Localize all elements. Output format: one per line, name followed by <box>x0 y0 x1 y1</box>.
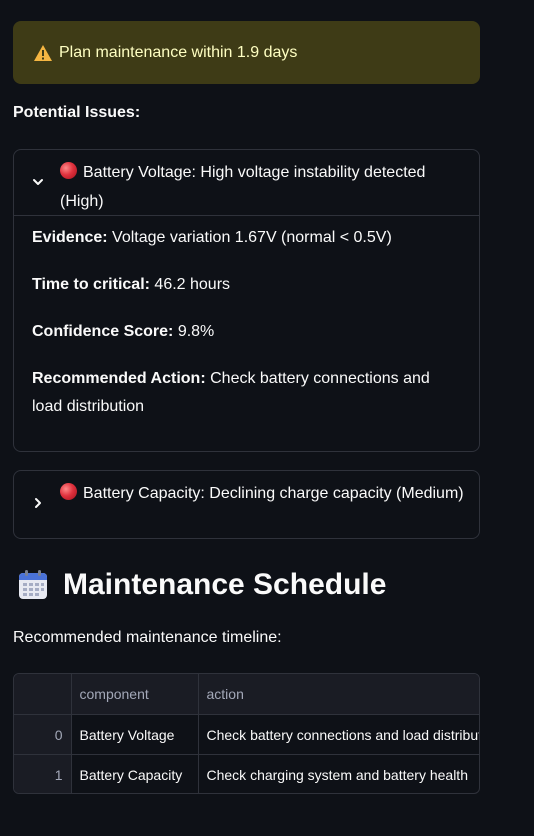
issues-label: Potential Issues: <box>13 104 141 121</box>
red-circle-icon <box>60 483 77 500</box>
component-cell[interactable]: Battery Capacity <box>71 754 199 793</box>
schedule-heading: Maintenance Schedule <box>17 568 386 602</box>
warning-icon <box>34 44 52 61</box>
schedule-title: Maintenance Schedule <box>63 568 387 601</box>
schedule-table[interactable]: component action 0 Battery Voltage Check… <box>13 673 480 794</box>
table-row: 1 Battery Capacity Check charging system… <box>14 754 479 793</box>
chevron-down-icon <box>33 179 43 185</box>
issue-expander-battery-voltage: Battery Voltage: High voltage instabilit… <box>13 149 480 452</box>
table-row: 0 Battery Voltage Check battery connecti… <box>14 714 479 755</box>
time-to-critical-line: Time to critical: 46.2 hours <box>32 271 461 299</box>
maintenance-alert: Plan maintenance within 1.9 days <box>13 21 480 84</box>
action-header[interactable]: action <box>198 674 479 715</box>
row-index: 1 <box>14 754 72 793</box>
index-header[interactable] <box>14 674 72 715</box>
issue-expander-battery-capacity: Battery Capacity: Declining charge capac… <box>13 470 480 539</box>
calendar-icon <box>19 570 47 599</box>
evidence-line: Evidence: Voltage variation 1.67V (norma… <box>32 224 461 252</box>
issue-title: Battery Voltage: High voltage instabilit… <box>60 164 426 210</box>
field-value: 46.2 hours <box>154 276 231 293</box>
action-cell[interactable]: Check charging system and battery health <box>198 754 479 793</box>
field-label: Recommended Action: <box>32 370 206 387</box>
confidence-score-line: Confidence Score: 9.8% <box>32 318 461 346</box>
field-label: Time to critical: <box>32 276 150 293</box>
red-circle-icon <box>60 162 77 179</box>
data-table: component action 0 Battery Voltage Check… <box>14 674 479 793</box>
expander-header[interactable]: Battery Voltage: High voltage instabilit… <box>14 150 479 216</box>
alert-text: Plan maintenance within 1.9 days <box>59 43 298 61</box>
component-cell[interactable]: Battery Voltage <box>71 714 199 755</box>
issue-title: Battery Capacity: Declining charge capac… <box>83 485 464 502</box>
schedule-subtitle: Recommended maintenance timeline: <box>13 629 282 646</box>
action-cell[interactable]: Check battery connections and load distr… <box>198 714 479 755</box>
field-value: Voltage variation 1.67V (normal < 0.5V) <box>112 229 392 246</box>
row-index: 0 <box>14 714 72 755</box>
expander-header[interactable]: Battery Capacity: Declining charge capac… <box>14 471 479 537</box>
chevron-right-icon <box>35 498 41 508</box>
field-label: Confidence Score: <box>32 323 174 340</box>
table-header-row: component action <box>14 674 479 715</box>
field-value: 9.8% <box>177 323 215 340</box>
expander-body: Evidence: Voltage variation 1.67V (norma… <box>14 216 479 421</box>
field-label: Evidence: <box>32 229 108 246</box>
recommended-action-line: Recommended Action: Check battery connec… <box>32 365 461 421</box>
component-header[interactable]: component <box>71 674 199 715</box>
page: Plan maintenance within 1.9 days Potenti… <box>0 0 534 836</box>
